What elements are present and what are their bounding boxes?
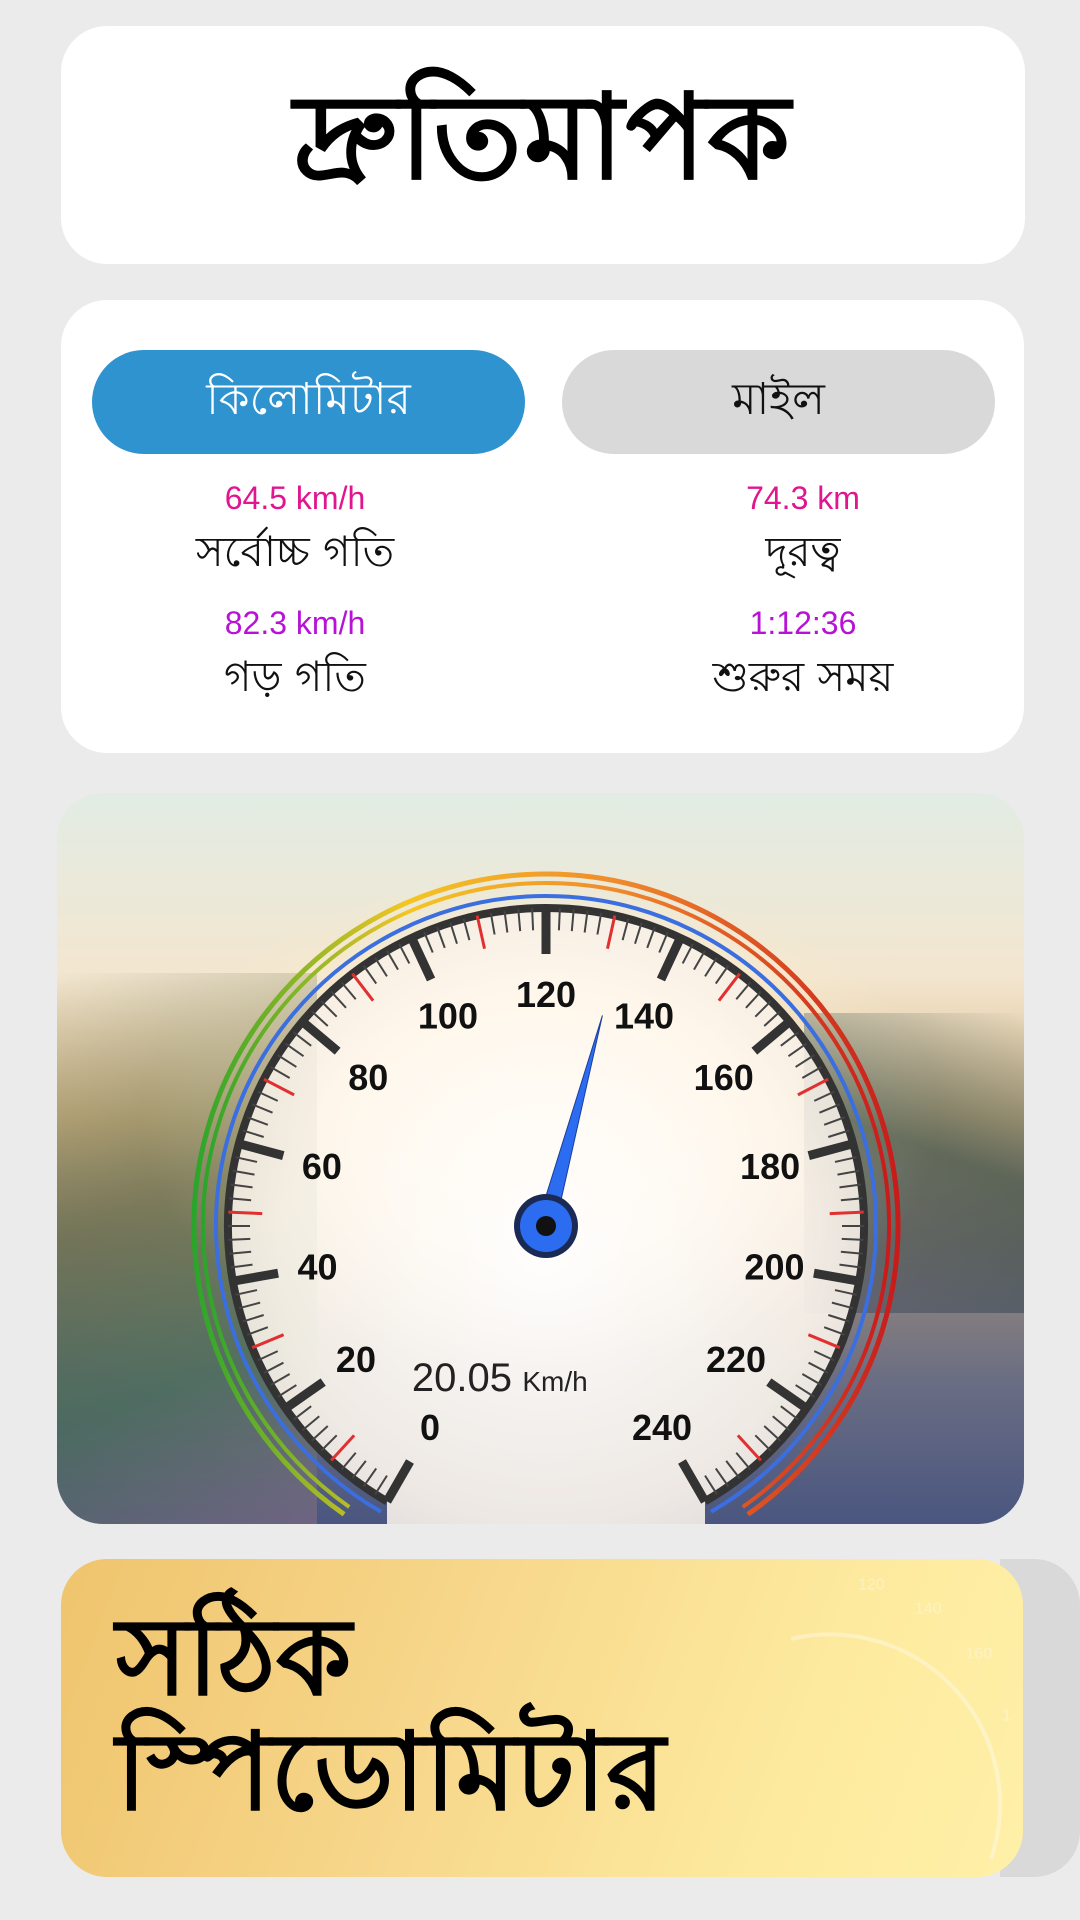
minor-tick — [531, 908, 535, 931]
watermark-label-160: 160 — [965, 1645, 992, 1662]
avg-speed-stat: 82.3 km/h গড় গতি — [85, 605, 505, 715]
minor-tick — [557, 908, 561, 931]
gauge-label-180: 180 — [740, 1146, 800, 1187]
distance-stat: 74.3 km দূরত্ব — [593, 480, 1013, 590]
start-time-stat: 1:12:36 শুরুর সময় — [593, 605, 1013, 715]
speedometer-card: 0 20 40 60 80 100 120 140 160 180 200 220 240 20.05 … — [57, 793, 1024, 1524]
mid-tick — [829, 1210, 864, 1216]
gauge-label-160: 160 — [694, 1057, 754, 1098]
avg-speed-label: গড় গতি — [224, 652, 366, 701]
banner-line-2: স্পিডোমিটার — [116, 1710, 666, 1835]
promo-banner[interactable]: 120140160180200220 সঠিক স্পিডোমিটার — [61, 1559, 1023, 1877]
banner-line-1: সঠিক — [116, 1595, 352, 1720]
gauge-label-20: 20 — [336, 1339, 376, 1380]
start-time-value: 1:12:36 — [749, 605, 857, 641]
distance-value: 74.3 km — [746, 480, 860, 516]
gauge-label-60: 60 — [302, 1146, 342, 1187]
gauge-label-220: 220 — [706, 1339, 766, 1380]
mid-tick — [228, 1210, 263, 1216]
minor-tick — [841, 1237, 864, 1241]
gauge-label-0: 0 — [420, 1407, 440, 1448]
watermark-label-180: 180 — [1002, 1707, 1011, 1724]
watermark-label-140: 140 — [915, 1601, 942, 1618]
mile-button[interactable]: মাইল — [562, 350, 995, 454]
gauge-label-240: 240 — [632, 1407, 692, 1448]
gauge-label-40: 40 — [298, 1246, 338, 1287]
distance-label: দূরত্ব — [765, 527, 841, 576]
speed-readout-unit: Km/h — [522, 1366, 587, 1397]
app-title: দ্রুতিমাপক — [293, 68, 793, 206]
max-speed-label: সর্বোচ্চ গতি — [195, 527, 395, 576]
stats-card: কিলোমিটার মাইল 64.5 km/h সর্বোচ্চ গতি 74… — [61, 300, 1024, 753]
title-card: দ্রুতিমাপক — [61, 26, 1025, 264]
gauge-label-80: 80 — [348, 1057, 388, 1098]
gauge-label-120: 120 — [516, 974, 576, 1015]
gauge-label-100: 100 — [418, 996, 478, 1037]
speed-readout-value: 20.05 — [412, 1356, 512, 1400]
max-speed-value: 64.5 km/h — [224, 480, 366, 516]
speedometer-watermark-icon: 120140160180200220 — [790, 1577, 1011, 1860]
gauge-label-140: 140 — [614, 996, 674, 1037]
start-time-label: শুরুর সময় — [712, 652, 894, 701]
speedometer-gauge: 020406080100120140160180200220240 20.05 … — [191, 871, 901, 1524]
watermark-label-120: 120 — [858, 1577, 885, 1594]
max-speed-stat: 64.5 km/h সর্বোচ্চ গতি — [85, 480, 505, 590]
needle-hub-center — [536, 1216, 556, 1236]
gauge-label-200: 200 — [744, 1246, 804, 1287]
minor-tick — [228, 1237, 251, 1241]
kilometer-button[interactable]: কিলোমিটার — [92, 350, 525, 454]
avg-speed-value: 82.3 km/h — [224, 605, 366, 641]
